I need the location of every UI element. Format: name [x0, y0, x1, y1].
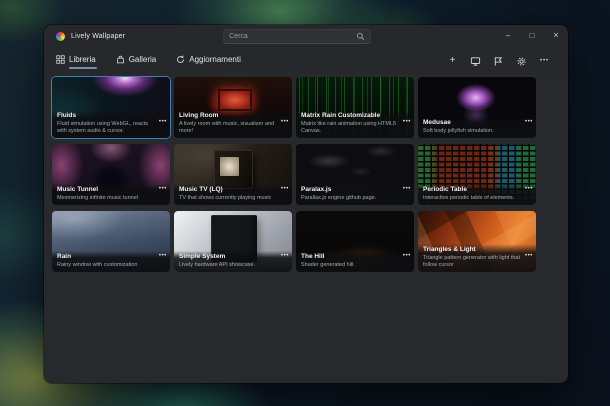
window-controls: – □ ×: [496, 25, 568, 46]
card-menu-button[interactable]: •••: [281, 119, 289, 125]
card-overlay: Music TV (LQ) TV that shows currently pl…: [174, 184, 292, 205]
wallpaper-description: Rainy window with customization: [57, 261, 138, 268]
card-menu-button[interactable]: •••: [403, 186, 411, 192]
wallpaper-title: Periodic Table: [423, 186, 467, 194]
card-overlay: Triangles & Light Triangle pattern gener…: [418, 243, 536, 272]
card-menu-button[interactable]: •••: [281, 253, 289, 259]
card-menu-button[interactable]: •••: [525, 253, 533, 259]
library-grid-icon: [56, 55, 65, 64]
wallpaper-description: Triangle pattern generator with light th…: [423, 254, 521, 268]
card-menu-button[interactable]: •••: [525, 186, 533, 192]
library-content[interactable]: Fluids Fluid simulation using WebGL, rea…: [44, 74, 568, 383]
card-overlay: Paralax.js Parallax.js engine github pag…: [296, 184, 414, 205]
search-icon: [356, 28, 365, 46]
minimize-button[interactable]: –: [496, 25, 520, 46]
wallpaper-description: TV that shows currently playing music: [179, 194, 272, 201]
wallpaper-card-simple-system[interactable]: Simple System Lively hardware API showca…: [174, 211, 292, 272]
wallpaper-description: Shader generated hill.: [301, 261, 355, 268]
card-overlay: Periodic Table Interactive periodic tabl…: [418, 184, 536, 205]
wallpaper-card-music-tv[interactable]: Music TV (LQ) TV that shows currently pl…: [174, 144, 292, 205]
tab-aggiornamenti[interactable]: Aggiornamenti: [176, 51, 243, 71]
wallpaper-title: Living Room: [179, 111, 219, 119]
wallpaper-grid: Fluids Fluid simulation using WebGL, rea…: [52, 77, 560, 272]
card-menu-button[interactable]: •••: [281, 186, 289, 192]
card-menu-button[interactable]: •••: [403, 119, 411, 125]
titlebar[interactable]: Lively Wallpaper – □ ×: [44, 25, 568, 48]
card-menu-button[interactable]: •••: [525, 119, 533, 125]
card-overlay: Living Room A lively room with music, vi…: [174, 109, 292, 138]
wallpaper-card-rain[interactable]: Rain Rainy window with customization •••: [52, 211, 170, 272]
screen-layout-button[interactable]: [468, 54, 483, 69]
card-overlay: Simple System Lively hardware API showca…: [174, 251, 292, 272]
card-overlay: The Hill Shader generated hill.: [296, 251, 414, 272]
wallpaper-description: Parallax.js engine github page.: [301, 194, 377, 201]
search-input[interactable]: [229, 33, 357, 40]
wallpaper-card-medusae[interactable]: Medusae Soft body jellyfish simulation. …: [418, 77, 536, 138]
gallery-bag-icon: [116, 55, 125, 64]
card-overlay: Rain Rainy window with customization: [52, 251, 170, 272]
updates-sync-icon: [176, 55, 185, 64]
settings-gear-icon[interactable]: [514, 54, 529, 69]
card-menu-button[interactable]: •••: [159, 253, 167, 259]
wallpaper-title: Matrix Rain Customizable: [301, 111, 381, 119]
wallpaper-card-the-hill[interactable]: The Hill Shader generated hill. •••: [296, 211, 414, 272]
add-wallpaper-button[interactable]: +: [445, 54, 460, 69]
navigation-bar: Libreria Galleria Aggiornamenti + •••: [44, 48, 568, 74]
wallpaper-description: Mesmerizing infinite music tunnel: [57, 194, 139, 201]
wallpaper-title: Medusae: [423, 119, 451, 127]
wallpaper-card-paralax-js[interactable]: Paralax.js Parallax.js engine github pag…: [296, 144, 414, 205]
wallpaper-title: Simple System: [179, 253, 226, 261]
card-overlay: Matrix Rain Customizable Matrix like rai…: [296, 109, 414, 138]
card-menu-button[interactable]: •••: [403, 253, 411, 259]
wallpaper-card-triangles-light[interactable]: Triangles & Light Triangle pattern gener…: [418, 211, 536, 272]
wallpaper-description: A lively room with music, visualizer and…: [179, 120, 275, 134]
card-menu-button[interactable]: •••: [159, 186, 167, 192]
wallpaper-description: Matrix like rain animation using HTML5 C…: [301, 120, 397, 134]
tab-label: Libreria: [69, 55, 96, 64]
wallpaper-card-living-room[interactable]: Living Room A lively room with music, vi…: [174, 77, 292, 138]
wallpaper-title: Music TV (LQ): [179, 186, 223, 194]
wallpaper-title: Rain: [57, 253, 72, 261]
card-overlay: Music Tunnel Mesmerizing infinite music …: [52, 184, 170, 205]
more-options-button[interactable]: •••: [537, 54, 552, 69]
report-flag-button[interactable]: [491, 54, 506, 69]
wallpaper-card-music-tunnel[interactable]: Music Tunnel Mesmerizing infinite music …: [52, 144, 170, 205]
tab-label: Galleria: [128, 55, 157, 64]
search-box[interactable]: [223, 28, 372, 46]
lively-wallpaper-window: Lively Wallpaper – □ × Libreria: [44, 25, 568, 383]
card-menu-button[interactable]: •••: [159, 119, 167, 125]
wallpaper-title: Paralax.js: [301, 186, 332, 194]
app-title: Lively Wallpaper: [71, 33, 126, 40]
wallpaper-title: Music Tunnel: [57, 186, 99, 194]
app-logo-icon: [56, 32, 65, 41]
wallpaper-description: Soft body jellyfish simulation.: [423, 127, 494, 134]
wallpaper-description: Interactive periodic table of elements.: [423, 194, 515, 201]
wallpaper-title: The Hill: [301, 253, 325, 261]
wallpaper-card-fluids[interactable]: Fluids Fluid simulation using WebGL, rea…: [52, 77, 170, 138]
wallpaper-title: Triangles & Light: [423, 245, 476, 253]
wallpaper-description: Fluid simulation using WebGL, reacts wit…: [57, 120, 148, 134]
toolbar: + •••: [445, 54, 552, 69]
wallpaper-card-matrix-rain[interactable]: Matrix Rain Customizable Matrix like rai…: [296, 77, 414, 138]
tab-libreria[interactable]: Libreria: [56, 51, 98, 71]
wallpaper-description: Lively hardware API showcase.: [179, 261, 256, 268]
tab-label: Aggiornamenti: [189, 55, 241, 64]
wallpaper-title: Fluids: [57, 111, 77, 119]
wallpaper-card-periodic-table[interactable]: Periodic Table Interactive periodic tabl…: [418, 144, 536, 205]
close-button[interactable]: ×: [544, 25, 568, 46]
card-overlay: Fluids Fluid simulation using WebGL, rea…: [52, 109, 170, 138]
tab-galleria[interactable]: Galleria: [116, 51, 159, 71]
card-overlay: Medusae Soft body jellyfish simulation.: [418, 117, 536, 138]
maximize-button[interactable]: □: [520, 25, 544, 46]
